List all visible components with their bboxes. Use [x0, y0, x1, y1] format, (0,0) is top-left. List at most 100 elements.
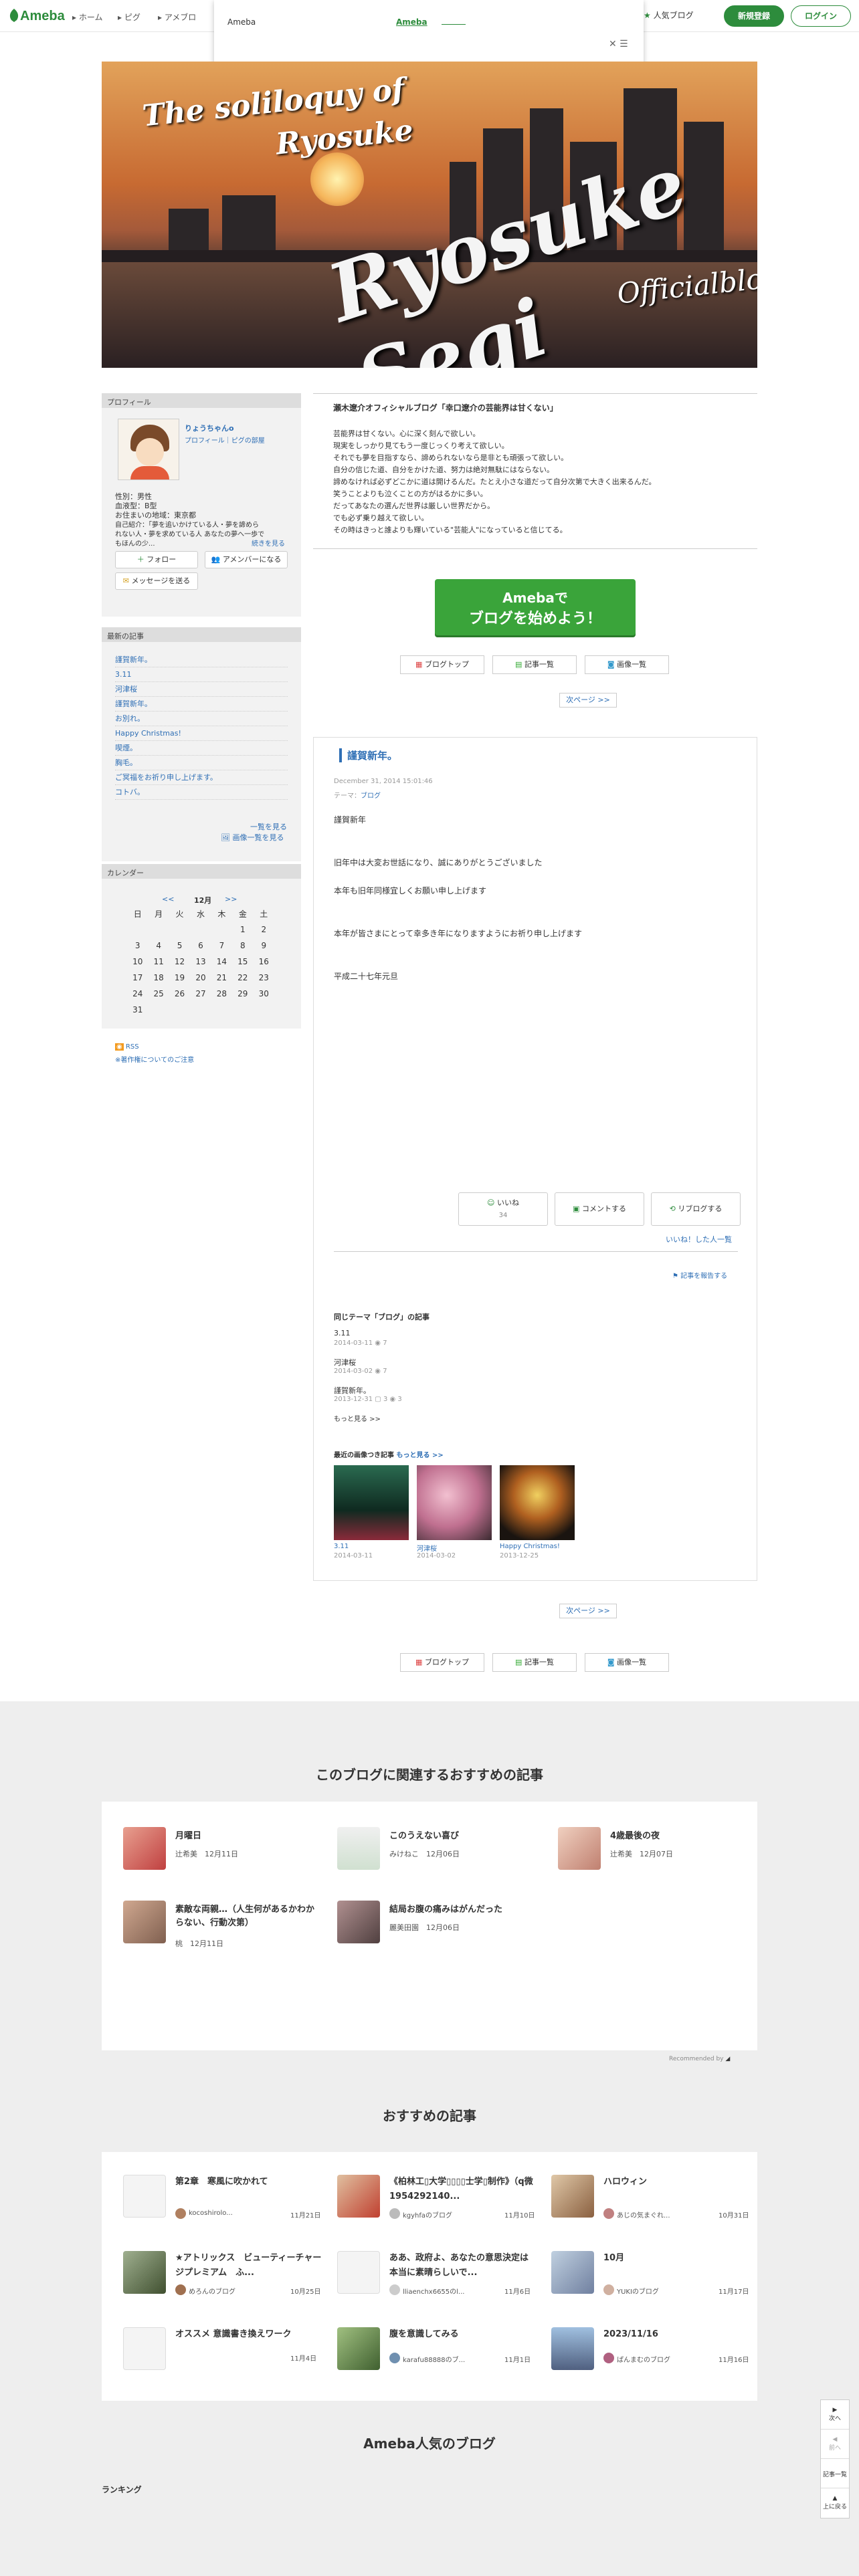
related-post-link[interactable]: 河津桜 — [334, 1357, 356, 1368]
comment-button[interactable]: ▣ コメントする — [555, 1192, 644, 1226]
profile-heading: プロフィール — [102, 393, 301, 408]
recent-post-link[interactable]: 3.11 — [115, 667, 288, 682]
recommend-card[interactable]: ハロウィン あじの気まぐれ... 10月31日 — [551, 2175, 752, 2235]
blog-header-banner[interactable]: The soliloquy of Ryosuke Ryosuke Segi Of… — [102, 62, 757, 368]
recommend-list: 第2章 寒風に吹かれて kocoshirolo... 11月21日 《柏林工▯大… — [102, 2152, 757, 2401]
recent-posts-heading: 最新の記事 — [102, 627, 301, 642]
report-link[interactable]: ⚑ 記事を報告する — [672, 1270, 727, 1280]
close-icon[interactable]: ✕ ☰ — [609, 39, 628, 49]
blog-top-button[interactable]: ▦ ブログトップ — [400, 1653, 484, 1672]
prev-post-button[interactable]: ◀ 前へ — [821, 2430, 849, 2459]
thumbnail-image[interactable] — [334, 1465, 409, 1540]
recommend-card[interactable]: オススメ 意識書き換えワーク 11月4日 — [123, 2327, 324, 2387]
recent-post-link[interactable]: 謹賀新年。 — [115, 697, 288, 712]
post-list-float-button[interactable]: 記事一覧 — [821, 2459, 849, 2488]
avatar[interactable] — [118, 419, 179, 480]
flag-icon: ⚑ — [672, 1273, 678, 1280]
recent-post-link[interactable]: 河津桜 — [115, 682, 288, 697]
same-theme-heading: 同じテーマ「ブログ」の記事 — [334, 1313, 430, 1321]
next-page-button[interactable]: 次ページ >> — [559, 693, 617, 708]
calendar-prev[interactable]: << — [162, 895, 174, 903]
recent-post-link[interactable]: お別れ。 — [115, 712, 288, 726]
rss-link[interactable]: ◉ RSS — [115, 1043, 139, 1051]
recent-post-link[interactable]: ご冥福をお祈り申し上げます。 — [115, 770, 288, 785]
recommend-card[interactable]: ああ、政府よ、あなたの意思決定は本当に素晴らしいで... lliaenchx66… — [337, 2251, 538, 2311]
entry-title[interactable]: 謹賀新年。 — [339, 748, 397, 762]
recent-post-link[interactable]: 胸毛。 — [115, 756, 288, 770]
recommend-card[interactable]: 4歳最後の夜 辻希美 12月07日 — [558, 1827, 759, 1887]
blog-top-button[interactable]: ▦ ブログトップ — [400, 655, 484, 674]
nav-ameblo[interactable]: ▸ アメブロ — [158, 11, 196, 23]
image-list-link[interactable]: 🖼 画像一覧を見る — [221, 832, 284, 843]
message-button[interactable]: ✉ メッセージを送る — [115, 572, 198, 590]
ameba-logo[interactable]: Ameba — [8, 8, 65, 24]
calendar-week: 3456789 — [134, 941, 267, 950]
signup-button[interactable]: 新規登録 — [724, 5, 784, 27]
recommend-card[interactable]: 月曜日 辻希美 12月11日 — [123, 1827, 324, 1887]
recent-post-link[interactable]: 喫煙。 — [115, 741, 288, 756]
back-to-top-button[interactable]: ▲ 上に戻る — [821, 2488, 849, 2518]
nav-pigg[interactable]: ▸ ピグ — [118, 11, 140, 23]
profile-more-link[interactable]: 続きを見る — [252, 538, 285, 548]
related-post-link[interactable]: 3.11 — [334, 1329, 351, 1337]
popup-link[interactable]: Ameba — [396, 17, 427, 27]
thumbnail-title[interactable]: 河津桜 — [417, 1543, 437, 1553]
recommend-card[interactable]: 素敵な両親…（人生何があるかわからない、行動次第） 桃 12月11日 — [123, 1901, 324, 1961]
nav-home[interactable]: ▸ ホーム — [72, 11, 102, 23]
reblog-button[interactable]: ⟲ リブログする — [651, 1192, 741, 1226]
related-post-link[interactable]: 謹賀新年。 — [334, 1385, 371, 1396]
next-page-button[interactable]: 次ページ >> — [559, 1604, 617, 1618]
post-list-button[interactable]: ▤ 記事一覧 — [492, 655, 577, 674]
login-button[interactable]: ログイン — [791, 5, 851, 27]
follow-button[interactable]: ＋ フォロー — [115, 551, 198, 568]
amember-button[interactable]: 👥 アメンバーになる — [205, 551, 288, 568]
image-list-button[interactable]: ◙ 画像一覧 — [585, 1653, 669, 1672]
recommend-author: YUKIのブログ — [617, 2288, 659, 2296]
recommend-card[interactable]: 第2章 寒風に吹かれて kocoshirolo... 11月21日 — [123, 2175, 324, 2235]
recommend-title: オススメ 意識書き換えワーク — [175, 2329, 292, 2339]
more-related-link[interactable]: もっと見る >> — [334, 1413, 381, 1423]
all-posts-link[interactable]: 一覧を見る — [250, 821, 287, 832]
recommend-card[interactable]: 2023/11/16 ぱんまむのブログ 11月16日 — [551, 2327, 752, 2387]
popular-blogs-link[interactable]: ★ 人気ブログ — [644, 9, 694, 21]
thumbnail-image[interactable] — [500, 1465, 575, 1540]
profile-links[interactable]: プロフィール｜ピグの部屋 — [185, 435, 265, 445]
start-blog-banner[interactable]: Amebaで ブログを始めよう！ — [435, 579, 636, 635]
recent-post-link[interactable]: Happy Christmas! — [115, 726, 288, 741]
recommend-title: ハロウィン — [603, 2177, 648, 2187]
recommend-card[interactable]: このうえない喜び みけねこ 12月06日 — [337, 1827, 538, 1887]
recommend-date: 11月17日 — [719, 2288, 749, 2296]
recent-images-more-link[interactable]: もっと見る >> — [396, 1452, 443, 1459]
thumbnail-title[interactable]: 3.11 — [334, 1543, 349, 1550]
recommend-thumbnail — [123, 1827, 166, 1870]
copyright-note-link[interactable]: ※著作権についてのご注意 — [115, 1054, 194, 1064]
recent-post-link[interactable]: 謹賀新年。 — [115, 653, 288, 667]
calendar-weekdays: 日月火水木金土 — [133, 909, 268, 919]
entry-body-line: 謹賀新年 — [334, 815, 367, 825]
intro-line: でも必ず乗り越えて欲しい。 — [333, 514, 429, 522]
calendar-week: 24 25 26 27 28 29 30 — [132, 989, 269, 998]
image-list-button[interactable]: ◙ 画像一覧 — [585, 655, 669, 674]
author-avatar — [389, 2208, 400, 2219]
floating-nav: ▶ 次へ ◀ 前へ 記事一覧 ▲ 上に戻る — [820, 2399, 850, 2518]
related-post-date: 2013-12-31 ▢ 3 ◉ 3 — [334, 1396, 402, 1403]
next-post-button[interactable]: ▶ 次へ — [821, 2400, 849, 2430]
image-icon: 🖼 — [221, 833, 230, 842]
recent-post-link[interactable]: コトバ。 — [115, 785, 288, 800]
thumbnail-image[interactable] — [417, 1465, 492, 1540]
popular-blogs-heading: Ameba人気のブログ — [363, 2436, 496, 2452]
post-list-button[interactable]: ▤ 記事一覧 — [492, 1653, 577, 1672]
document-icon — [123, 2175, 166, 2218]
recommend-card[interactable]: ★アトリックス ビューティーチャージプレミアム ふ... めろんのブログ 10月… — [123, 2251, 324, 2311]
recommend-card[interactable]: 《柏林工▯大学▯▯▯▯士学▯制作》（q微1954292140... kgyhfa… — [337, 2175, 538, 2235]
like-button[interactable]: ☺ いいね 34 — [458, 1192, 548, 1226]
calendar-next[interactable]: >> — [225, 895, 237, 903]
thumbnail-title[interactable]: Happy Christmas! — [500, 1543, 560, 1550]
profile-name[interactable]: りょうちゃんo — [185, 423, 234, 433]
recommend-card[interactable]: 結局お腹の痛みはがんだった 麗美田園 12月06日 — [337, 1901, 538, 1961]
related-post-date: 2014-03-02 ◉ 7 — [334, 1368, 387, 1375]
recommend-card[interactable]: 10月 YUKIのブログ 11月17日 — [551, 2251, 752, 2311]
recommend-card[interactable]: 腹を意識してみる karafu88888のブ... 11月1日 — [337, 2327, 538, 2387]
entry-theme-link[interactable]: ブログ — [361, 792, 381, 800]
liked-users-link[interactable]: いいね！した人一覧 — [666, 1234, 732, 1245]
